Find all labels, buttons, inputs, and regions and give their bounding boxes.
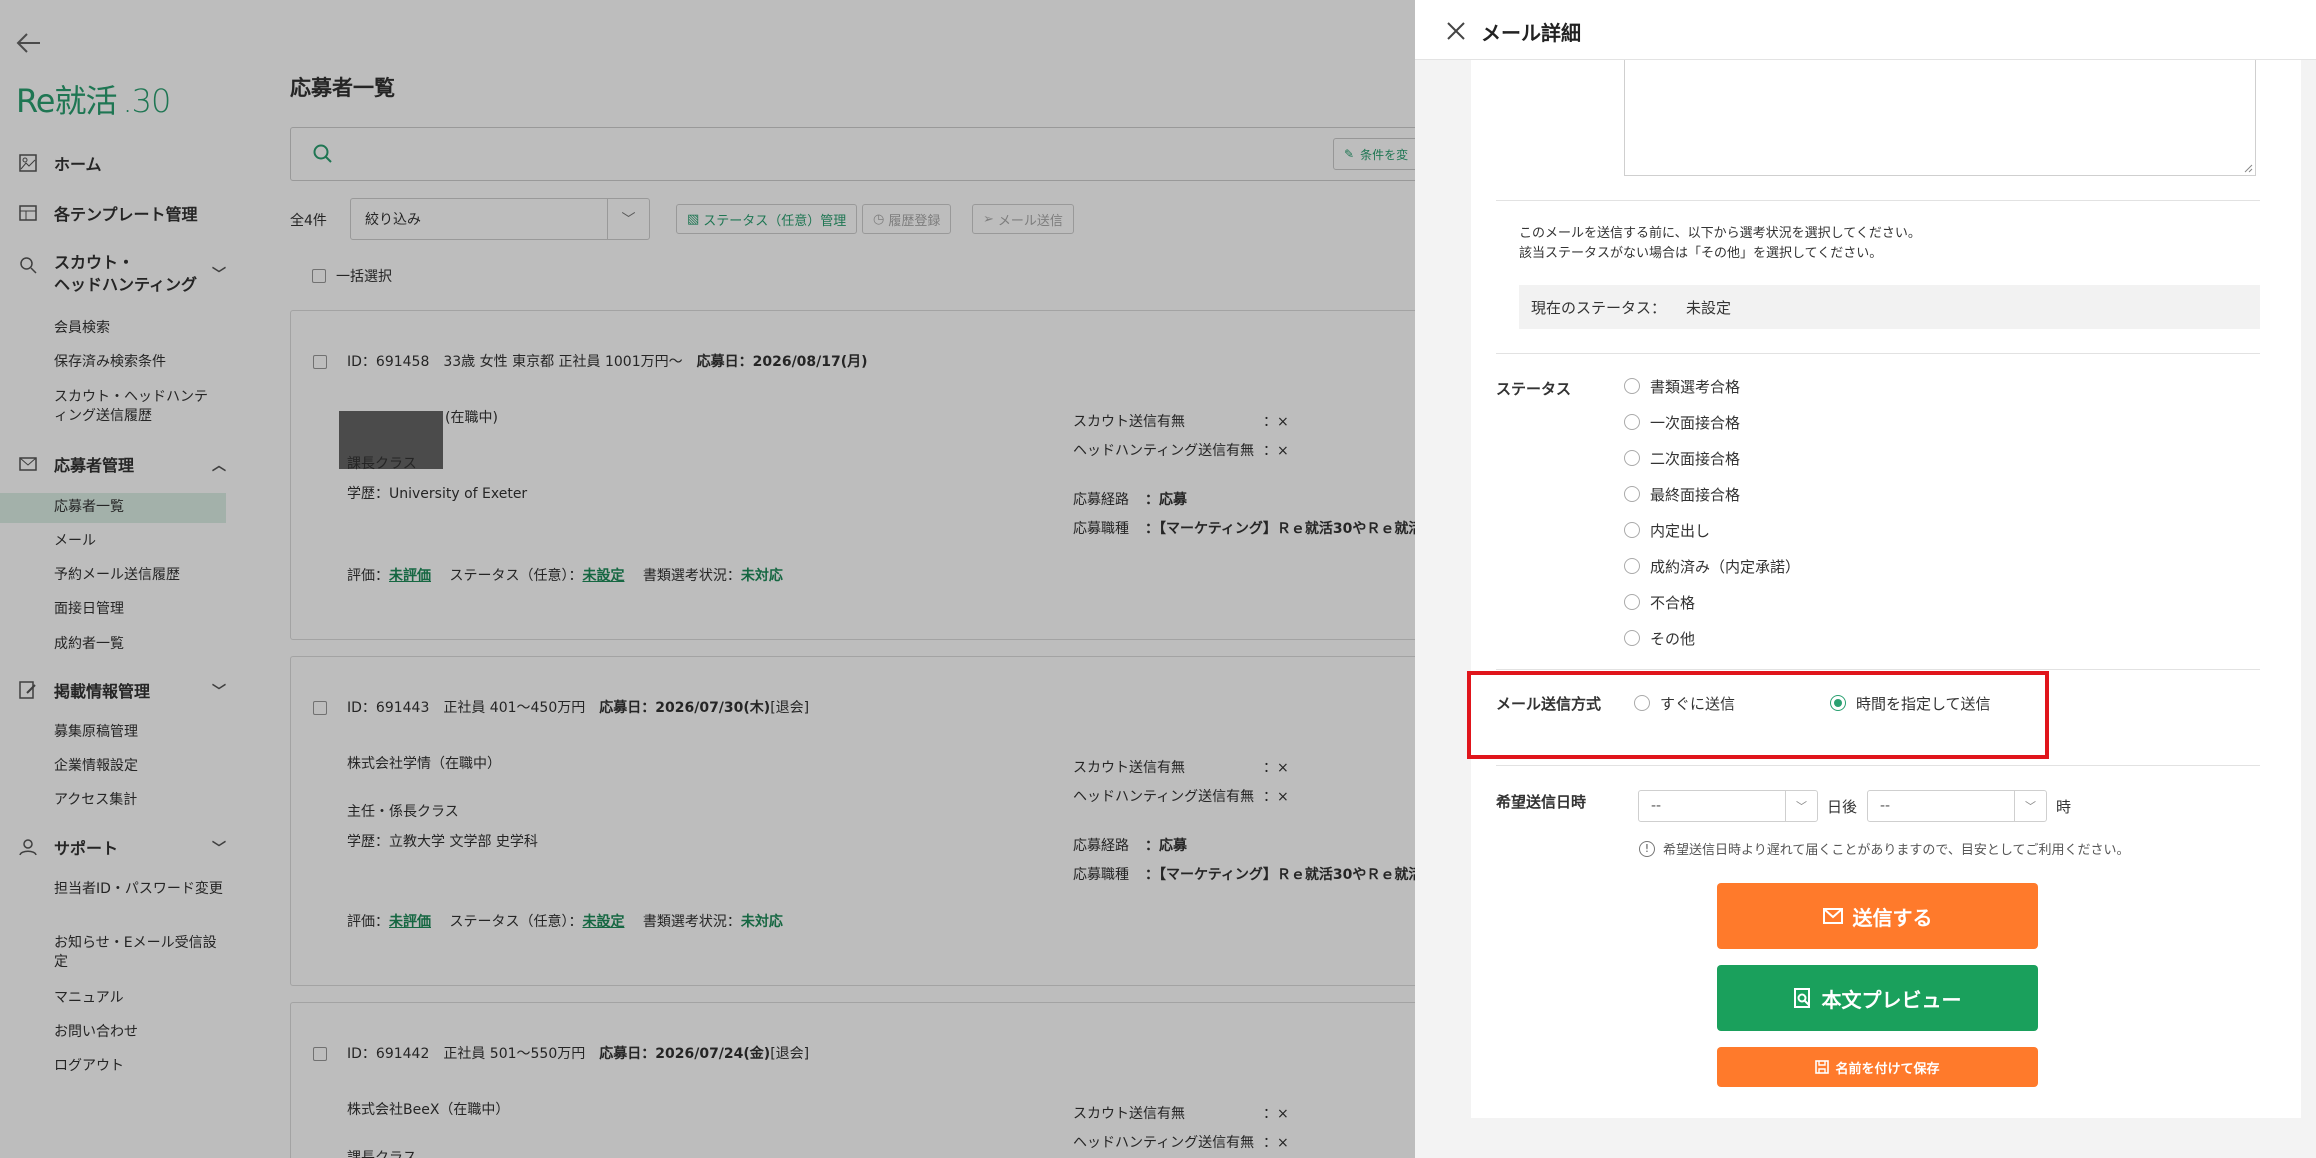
save-as-button-label: 名前を付けて保存 [1835,1061,1940,1077]
resize-grip-icon[interactable] [2243,163,2253,173]
radio-selected-icon[interactable] [1830,695,1846,711]
days-value: -- [1651,798,1662,814]
send-method-label: メール送信方式 [1496,695,1602,713]
radio-icon[interactable] [1634,695,1650,711]
status-option[interactable]: 内定出し [1624,519,1710,541]
radio-icon[interactable] [1624,630,1640,646]
send-button-label: 送信する [1852,905,1933,930]
drawer-header: メール詳細 [1415,0,2316,60]
status-option-label: 最終面接合格 [1650,485,1741,504]
modal-backdrop[interactable] [0,0,1415,1158]
status-instruction: このメールを送信する前に、以下から選考状況を選択してください。 該当ステータスが… [1519,224,1921,264]
current-status-value: 未設定 [1686,298,1732,317]
status-option[interactable]: 書類選考合格 [1624,375,1740,397]
status-option[interactable]: 一次面接合格 [1624,411,1740,433]
info-icon: ! [1639,840,1655,857]
radio-icon[interactable] [1624,414,1640,430]
status-option-label: 書類選考合格 [1650,377,1741,396]
drawer-title: メール詳細 [1481,21,1581,45]
radio-icon[interactable] [1624,378,1640,394]
send-button[interactable]: 送信する [1717,883,2038,949]
mail-form-panel: このメールを送信する前に、以下から選考状況を選択してください。 該当ステータスが… [1471,60,2301,1118]
radio-icon[interactable] [1624,594,1640,610]
chevron-down-icon: ﹀ [1785,791,1817,821]
status-option-label: 不合格 [1650,593,1696,612]
schedule-label: 希望送信日時 [1496,793,1587,811]
radio-icon[interactable] [1624,486,1640,502]
hour-unit: 時 [2056,798,2072,816]
status-option-label: 二次面接合格 [1650,449,1741,468]
hour-select[interactable]: -- ﹀ [1867,790,2047,822]
close-icon[interactable] [1445,20,1467,42]
mail-body-textarea[interactable] [1624,60,2256,176]
status-option-label: その他 [1650,629,1696,648]
chevron-down-icon: ﹀ [2014,791,2046,821]
radio-icon[interactable] [1624,450,1640,466]
instruction-line: このメールを送信する前に、以下から選考状況を選択してください。 [1519,226,1921,241]
status-option[interactable]: その他 [1624,627,1695,649]
days-unit: 日後 [1827,798,1858,816]
scheduled-send-option[interactable]: 時間を指定して送信 [1830,692,1991,714]
save-as-button[interactable]: 名前を付けて保存 [1717,1047,2038,1087]
current-status-label: 現在のステータス： [1531,298,1667,317]
send-now-option[interactable]: すぐに送信 [1634,692,1735,714]
status-option-label: 一次面接合格 [1650,413,1741,432]
radio-icon[interactable] [1624,522,1640,538]
divider [1496,353,2260,354]
instruction-line: 該当ステータスがない場合は「その他」を選択してください。 [1519,246,1883,261]
hour-value: -- [1880,798,1891,814]
status-option[interactable]: 不合格 [1624,591,1695,613]
preview-button[interactable]: 本文プレビュー [1717,965,2038,1031]
save-icon [1815,1060,1830,1074]
status-option[interactable]: 成約済み（内定承諾） [1624,555,1800,577]
status-label: ステータス [1496,380,1572,398]
scheduled-send-label: 時間を指定して送信 [1856,694,1991,713]
preview-button-label: 本文プレビュー [1821,987,1962,1012]
current-status-box: 現在のステータス： 未設定 [1519,285,2260,329]
radio-icon[interactable] [1624,558,1640,574]
envelope-icon [1822,908,1843,924]
preview-icon [1793,988,1812,1008]
schedule-hint: ! 希望送信日時より遅れて届くことがありますので、目安としてご利用ください。 [1639,839,2129,858]
schedule-hint-text: 希望送信日時より遅れて届くことがありますので、目安としてご利用ください。 [1663,843,2130,858]
status-option[interactable]: 二次面接合格 [1624,447,1740,469]
status-option[interactable]: 最終面接合格 [1624,483,1740,505]
days-select[interactable]: -- ﹀ [1638,790,1818,822]
mail-detail-drawer: メール詳細 このメールを送信する前に、以下から選考状況を選択してください。 該当… [1415,0,2316,1158]
status-option-label: 成約済み（内定承諾） [1650,557,1801,576]
divider [1496,765,2260,766]
divider [1496,200,2260,201]
divider [1496,669,2260,670]
send-now-label: すぐに送信 [1660,694,1736,713]
status-option-label: 内定出し [1650,521,1711,540]
